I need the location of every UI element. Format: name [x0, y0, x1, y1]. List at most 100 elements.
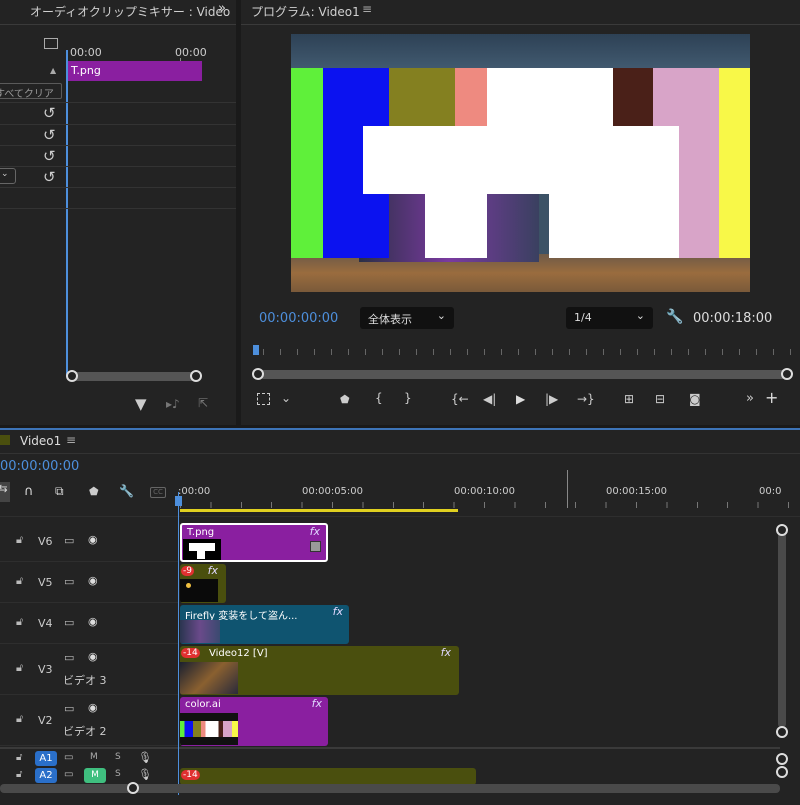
overflow-icon[interactable]: » — [746, 391, 754, 406]
export-icon[interactable]: ⇱ — [198, 396, 208, 410]
mute-button-a1[interactable]: M — [90, 752, 98, 762]
panel-divider-vertical[interactable] — [236, 0, 241, 425]
timeline-current-timecode[interactable]: 00:00:00:00 — [0, 459, 79, 474]
mixer-dropdown[interactable]: ⌄ — [0, 168, 16, 184]
chevron-down-icon[interactable]: ⌄ — [281, 391, 291, 405]
lock-icon[interactable]: 🔓︎ — [16, 533, 23, 547]
track-target-a2[interactable]: A2 — [35, 768, 57, 783]
clip-audio-a2[interactable]: -14 — [180, 768, 476, 785]
reset-icon-3[interactable]: ↺ — [43, 147, 56, 165]
fit-select[interactable]: 全体表示 ⌄ — [360, 307, 454, 329]
program-current-timecode[interactable]: 00:00:00:00 — [259, 311, 338, 326]
snap-magnet-icon[interactable]: ∩ — [24, 484, 34, 499]
panel-layout-icon[interactable] — [44, 38, 58, 49]
clip-video12[interactable]: -14 Video12 [V] fx — [180, 646, 459, 695]
mixer-clip[interactable]: T.png — [68, 61, 202, 81]
sync-icon[interactable]: ▭ — [64, 616, 74, 629]
lift-icon[interactable]: ⊞ — [624, 392, 634, 406]
clear-all-button[interactable]: すべてクリア — [0, 83, 62, 100]
mixer-playhead[interactable] — [66, 50, 68, 375]
insert-overwrite-icon[interactable]: ⇆ — [0, 482, 10, 502]
clip-v5[interactable]: -9 fx — [180, 564, 226, 603]
hscroll-handle[interactable] — [127, 782, 139, 794]
program-zoom-scrollbar[interactable] — [259, 370, 787, 379]
clip-firefly[interactable]: Firefly 変装をして盗ん... fx — [180, 605, 349, 644]
audio-vscroll-handle-bottom[interactable] — [776, 766, 788, 778]
step-forward-icon[interactable]: |▶ — [545, 392, 558, 406]
track-target-a1[interactable]: A1 — [35, 751, 57, 766]
video-tracks-vscroll[interactable] — [778, 528, 786, 728]
solo-button-a2[interactable]: S — [115, 769, 121, 779]
eye-icon[interactable]: ◉ — [88, 533, 98, 546]
sync-icon[interactable]: ▭ — [64, 575, 74, 588]
mixer-zoom-scrollbar[interactable] — [72, 372, 197, 381]
sequence-end-marker — [567, 470, 568, 508]
add-marker-icon[interactable]: ⬟ — [89, 485, 99, 498]
mixer-zoom-handle-left[interactable] — [66, 370, 78, 382]
extract-icon[interactable]: ⊟ — [655, 392, 665, 406]
eye-icon[interactable]: ◉ — [88, 650, 98, 663]
add-button-icon[interactable]: + — [765, 388, 778, 407]
filter-icon[interactable]: ▼ — [135, 395, 147, 413]
sync-icon[interactable]: ▭ — [64, 702, 74, 715]
lock-icon[interactable]: 🔓︎ — [16, 752, 22, 763]
captions-icon[interactable]: CC — [150, 487, 166, 498]
audio-icon[interactable]: ▸♪ — [166, 397, 180, 411]
mute-button-a2[interactable]: M — [84, 768, 106, 783]
sequence-tab-label[interactable]: Video1 — [20, 434, 61, 448]
hamburger-menu-icon[interactable]: ≡ — [362, 2, 372, 16]
microphone-icon[interactable]: 🎙︎ — [138, 768, 152, 781]
mini-playhead[interactable] — [253, 345, 259, 355]
clip-color-ai[interactable]: color.ai fx — [180, 697, 328, 746]
eye-icon[interactable]: ◉ — [88, 615, 98, 628]
audio-vscroll-handle-top[interactable] — [776, 753, 788, 765]
reset-icon-2[interactable]: ↺ — [43, 126, 56, 144]
vscroll-handle-top[interactable] — [776, 524, 788, 536]
timeline-playhead[interactable] — [178, 492, 179, 795]
program-zoom-handle-right[interactable] — [781, 368, 793, 380]
program-mini-ruler[interactable] — [253, 345, 793, 359]
timeline-hscroll[interactable] — [0, 784, 780, 793]
clip-name: color.ai — [185, 699, 221, 710]
white-shape-right — [549, 194, 679, 258]
lock-icon[interactable]: 🔓︎ — [16, 615, 23, 629]
lock-icon[interactable]: 🔓︎ — [16, 769, 22, 780]
wrench-settings-icon[interactable]: 🔧 — [666, 309, 683, 325]
go-to-in-icon[interactable]: {← — [451, 392, 469, 406]
microphone-icon[interactable]: 🎙︎ — [138, 751, 152, 764]
lock-icon[interactable]: 🔓︎ — [16, 712, 23, 726]
work-area-bar[interactable] — [180, 509, 458, 512]
video-audio-divider[interactable] — [0, 747, 780, 749]
sync-icon[interactable]: ▭ — [64, 752, 73, 763]
reset-icon-4[interactable]: ↺ — [43, 168, 56, 186]
sync-icon[interactable]: ▭ — [64, 651, 74, 664]
panel-overflow-icon[interactable]: » — [218, 1, 226, 16]
timeline-ruler[interactable]: :00:00 00:00:05:00 00:00:10:00 00:00:15:… — [178, 470, 800, 514]
resolution-select[interactable]: 1/4 ⌄ — [566, 307, 653, 329]
eye-icon[interactable]: ◉ — [88, 701, 98, 714]
eye-icon[interactable]: ◉ — [88, 574, 98, 587]
wrench-settings-icon[interactable]: 🔧 — [119, 484, 134, 498]
go-to-out-icon[interactable]: →} — [577, 392, 595, 406]
linked-selection-icon[interactable]: ⧉ — [55, 484, 64, 499]
lock-icon[interactable]: 🔓︎ — [16, 661, 23, 675]
hamburger-menu-icon[interactable]: ≡ — [66, 433, 76, 447]
play-icon[interactable]: ▶ — [516, 392, 525, 406]
mark-out-icon[interactable]: } — [404, 391, 412, 405]
add-marker-icon[interactable]: ⬟ — [340, 393, 350, 406]
sync-icon[interactable]: ▭ — [64, 769, 73, 780]
sync-icon[interactable]: ▭ — [64, 534, 74, 547]
mixer-zoom-handle-right[interactable] — [190, 370, 202, 382]
clip-t-png[interactable]: T.png fx — [180, 523, 328, 562]
safe-margins-icon[interactable] — [257, 393, 270, 405]
camera-export-frame-icon[interactable]: ◙ — [689, 392, 701, 406]
program-zoom-handle-left[interactable] — [252, 368, 264, 380]
mark-in-icon[interactable]: { — [375, 391, 383, 405]
timeline-playhead-handle[interactable] — [175, 496, 182, 506]
lock-icon[interactable]: 🔓︎ — [16, 574, 23, 588]
reset-icon-1[interactable]: ↺ — [43, 104, 56, 122]
solo-button-a1[interactable]: S — [115, 752, 121, 762]
collapse-arrow-icon[interactable]: ▲ — [50, 66, 56, 75]
step-back-icon[interactable]: ◀| — [483, 392, 496, 406]
vscroll-handle-bottom[interactable] — [776, 726, 788, 738]
